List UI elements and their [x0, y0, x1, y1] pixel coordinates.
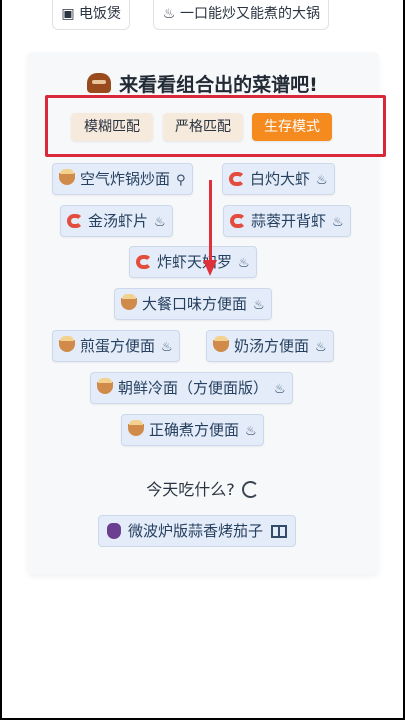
recipe-chip[interactable]: 煎蛋方便面 ♨	[52, 330, 180, 362]
tool-chip-label: 一口能炒又能煮的大锅	[180, 6, 320, 22]
eggplant-icon	[107, 523, 121, 539]
annotation-arrow	[209, 180, 212, 262]
recipe-name: 白灼大虾	[250, 170, 311, 188]
recipe-name: 奶汤方便面	[234, 337, 310, 355]
recipe-name: 蒜蓉开背虾	[251, 212, 327, 230]
shrimp-icon	[229, 172, 245, 186]
recipe-name: 空气炸锅炒面	[80, 170, 171, 188]
recipe-chip[interactable]: 蒜蓉开背虾 ♨	[223, 205, 351, 237]
recipe-name: 朝鲜冷面（方便面版）	[118, 379, 269, 397]
suggestion-chip[interactable]: 微波炉版蒜香烤茄子	[98, 515, 297, 547]
pin-icon: ⚲	[176, 173, 186, 188]
wok-icon: ♨	[162, 6, 176, 22]
recipe-chip[interactable]: 奶汤方便面 ♨	[206, 330, 334, 362]
recipe-name: 炸虾天妇罗	[157, 253, 233, 271]
annotation-arrow-head	[203, 260, 217, 276]
mode-highlight-box	[45, 95, 386, 157]
recipe-chip[interactable]: 大餐口味方便面 ♨	[114, 288, 272, 320]
shrimp-icon	[230, 214, 246, 228]
noodle-bowl-icon	[213, 336, 229, 352]
noodle-bowl-icon	[59, 336, 75, 352]
pot-icon: ♨	[154, 215, 166, 230]
today-eat-row[interactable]: 今天吃什么?	[0, 476, 405, 500]
tool-chip-wok[interactable]: ♨ 一口能炒又能煮的大锅	[153, 0, 329, 30]
chef-hat-icon	[87, 73, 112, 93]
recipe-chip[interactable]: 正确煮方便面 ♨	[121, 414, 264, 446]
noodle-bowl-icon	[97, 378, 113, 394]
pot-icon: ♨	[316, 173, 328, 188]
recipe-name: 正确煮方便面	[149, 421, 240, 439]
shrimp-icon	[67, 214, 83, 228]
recipe-chip[interactable]: 金汤虾片 ♨	[60, 205, 173, 237]
pot-icon: ♨	[161, 340, 173, 355]
section-title: 来看看组合出的菜谱吧!	[0, 70, 405, 97]
recipe-chip[interactable]: 空气炸锅炒面 ⚲	[52, 163, 193, 195]
today-eat-label: 今天吃什么?	[146, 480, 235, 499]
recipe-name: 金汤虾片	[88, 212, 149, 230]
noodle-bowl-icon	[59, 169, 75, 185]
recipe-chip[interactable]: 白灼大虾 ♨	[222, 163, 335, 195]
microwave-icon	[271, 525, 288, 538]
tool-chip-row: ▣ 电饭煲 ♨ 一口能炒又能煮的大锅	[0, 0, 405, 34]
shrimp-icon	[136, 255, 152, 269]
pot-icon: ♨	[315, 340, 327, 355]
recipe-name: 煎蛋方便面	[80, 337, 156, 355]
tool-chip-label: 电饭煲	[79, 6, 121, 22]
suggestion-name: 微波炉版蒜香烤茄子	[128, 522, 264, 540]
recipe-chip[interactable]: 朝鲜冷面（方便面版） ♨	[90, 372, 293, 404]
noodle-bowl-icon	[121, 294, 137, 310]
section-title-text: 来看看组合出的菜谱吧!	[119, 74, 318, 96]
rice-cooker-icon: ▣	[61, 6, 75, 22]
pot-icon: ♨	[332, 215, 344, 230]
noodle-bowl-icon	[128, 420, 144, 436]
pot-icon: ♨	[238, 256, 250, 271]
frame-left-border	[0, 0, 2, 720]
recipe-chip[interactable]: 炸虾天妇罗 ♨	[129, 246, 257, 278]
refresh-icon[interactable]	[241, 481, 259, 498]
pot-icon: ♨	[245, 424, 257, 439]
pot-icon: ♨	[253, 298, 265, 313]
tool-chip-rice-cooker[interactable]: ▣ 电饭煲	[52, 0, 130, 30]
recipe-name: 大餐口味方便面	[142, 295, 248, 313]
pot-icon: ♨	[274, 382, 286, 397]
